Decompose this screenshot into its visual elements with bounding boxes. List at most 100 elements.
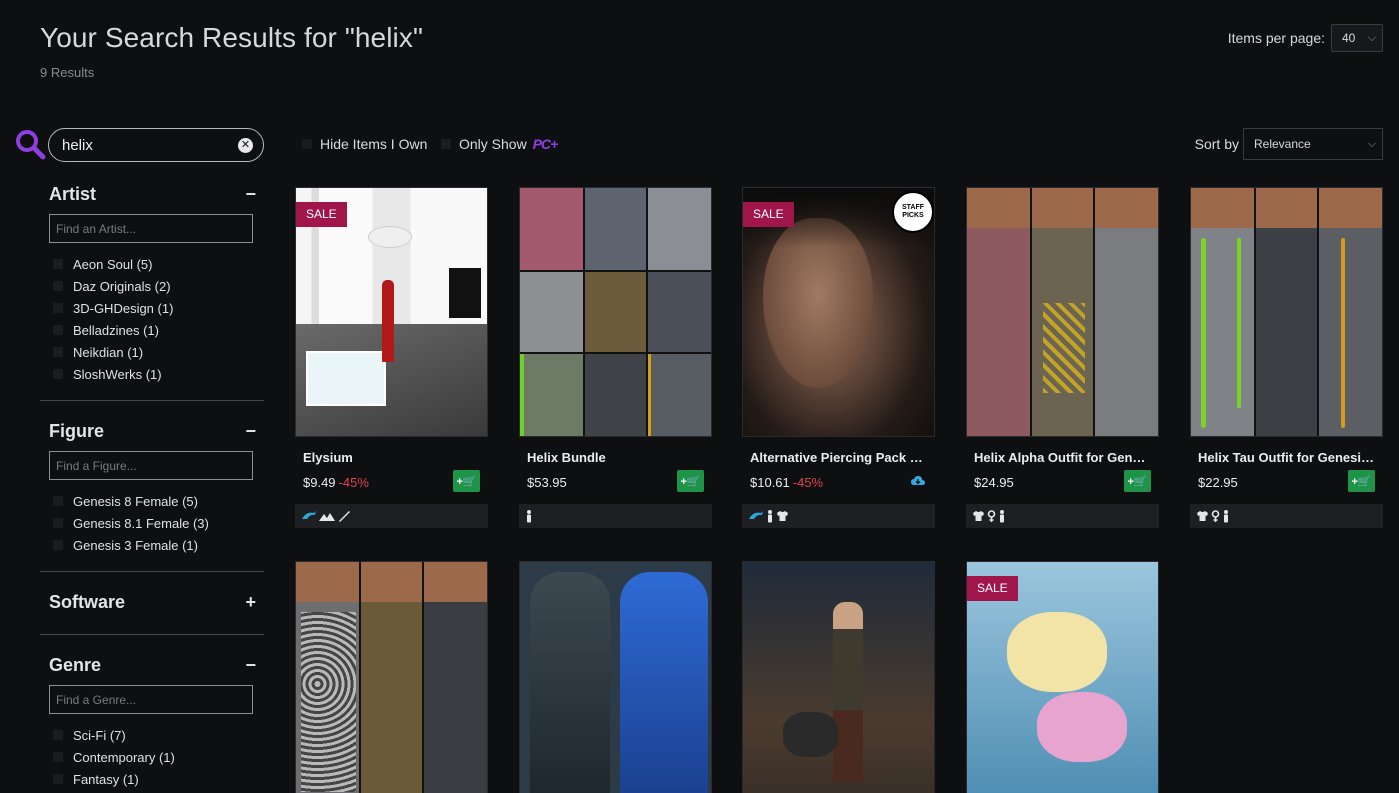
checkbox[interactable] — [53, 259, 63, 269]
facet-item[interactable]: Daz Originals (2) — [53, 275, 264, 297]
add-to-cart-button[interactable]: +🛒 — [677, 470, 704, 492]
product-card[interactable]: Helix Alpha Outfit for Genesis 8 Female … — [966, 187, 1159, 528]
facet-genre-header[interactable]: Genre − — [40, 653, 264, 677]
collapse-icon[interactable]: − — [245, 655, 256, 676]
genre-filter-input[interactable]: Find a Genre... — [49, 685, 253, 714]
collapse-icon[interactable]: − — [245, 184, 256, 205]
facet-item[interactable]: Genesis 8.1 Female (3) — [53, 512, 264, 534]
checkbox[interactable] — [53, 752, 63, 762]
stripe-shape — [1201, 238, 1206, 428]
checkbox[interactable] — [53, 325, 63, 335]
product-card[interactable] — [295, 561, 488, 793]
facet-item[interactable]: Genesis 3 Female (1) — [53, 534, 264, 556]
hair-shape — [1191, 188, 1382, 228]
hide-owned-filter[interactable]: Hide Items I Own — [302, 136, 427, 152]
product-thumbnail[interactable] — [295, 561, 488, 793]
product-thumbnail[interactable] — [1190, 187, 1383, 437]
product-card[interactable]: SALE Elysium $9.49 -45% +🛒 — [295, 187, 488, 528]
bath-shape — [306, 351, 386, 406]
add-to-cart-button[interactable]: +🛒 — [1124, 470, 1151, 492]
facet-artist: Artist − Find an Artist... Aeon Soul (5)… — [40, 182, 264, 385]
results-toolbar: Hide Items I Own Only Show PC+ Sort by R… — [300, 128, 1383, 160]
facet-software-header[interactable]: Software + — [40, 590, 264, 614]
product-name[interactable]: Helix Tau Outfit for Genesis 8 Female — [1190, 450, 1375, 465]
facet-title: Genre — [49, 654, 102, 675]
product-name[interactable]: Alternative Piercing Pack for Genesis 8 … — [742, 450, 927, 465]
checkbox[interactable] — [53, 281, 63, 291]
product-name[interactable]: Helix Alpha Outfit for Genesis 8 Female — [966, 450, 1151, 465]
facet-item-label: Genesis 8.1 Female (3) — [73, 515, 209, 531]
facet-item[interactable]: Contemporary (1) — [53, 746, 264, 768]
items-per-page-select[interactable]: 40 ⌵ — [1331, 24, 1383, 52]
product-thumbnail[interactable]: SALE — [295, 187, 488, 437]
facet-item[interactable]: Neikdian (1) — [53, 341, 264, 363]
product-card[interactable]: SALE — [966, 561, 1159, 793]
checkbox[interactable] — [53, 496, 63, 506]
product-thumbnail[interactable]: SALE STAFF PICKS — [742, 187, 935, 437]
figure-filter-input[interactable]: Find a Figure... — [49, 451, 253, 480]
checkbox[interactable] — [53, 774, 63, 784]
product-card[interactable]: SALE STAFF PICKS Alternative Piercing Pa… — [742, 187, 935, 528]
ceiling-light-shape — [368, 226, 412, 248]
facet-genre: Genre − Find a Genre... Sci-Fi (7) Conte… — [40, 653, 264, 790]
checkbox[interactable] — [441, 139, 451, 149]
product-card[interactable] — [519, 561, 712, 793]
expand-icon[interactable]: + — [245, 592, 256, 613]
facet-item[interactable]: Genesis 8 Female (5) — [53, 490, 264, 512]
sale-badge: SALE — [743, 202, 794, 227]
artist-list: Aeon Soul (5) Daz Originals (2) 3D-GHDes… — [40, 253, 264, 385]
product-thumbnail[interactable] — [519, 561, 712, 793]
figure-icon — [525, 509, 533, 523]
facet-item-label: Genesis 3 Female (1) — [73, 537, 198, 553]
swatch-shape — [647, 272, 711, 352]
product-thumbnail[interactable]: SALE — [966, 561, 1159, 793]
facet-item-label: Neikdian (1) — [73, 344, 144, 360]
collapse-icon[interactable]: − — [245, 421, 256, 442]
facet-item[interactable]: 3D-GHDesign (1) — [53, 297, 264, 319]
facet-item[interactable]: Sci-Fi (7) — [53, 724, 264, 746]
product-name[interactable]: Helix Bundle — [519, 450, 704, 465]
facet-item[interactable]: Fantasy (1) — [53, 768, 264, 790]
price: $10.61 — [750, 474, 790, 490]
facet-item-label: Genesis 8 Female (5) — [73, 493, 198, 509]
artist-filter-input[interactable]: Find an Artist... — [49, 214, 253, 243]
dolphin-icon — [748, 509, 764, 523]
facet-artist-header[interactable]: Artist − — [40, 182, 264, 206]
checkbox[interactable] — [302, 139, 312, 149]
swatch-shape — [520, 354, 584, 436]
figure-shape — [833, 602, 863, 782]
product-card[interactable] — [742, 561, 935, 793]
clear-icon[interactable]: ✕ — [238, 137, 253, 153]
facet-item[interactable]: Belladzines (1) — [53, 319, 264, 341]
add-to-cart-button[interactable]: +🛒 — [1348, 470, 1375, 492]
add-to-cart-button[interactable]: +🛒 — [453, 470, 480, 492]
cloud-download-icon[interactable] — [911, 475, 925, 487]
shirt-icon — [972, 509, 985, 523]
hide-owned-label: Hide Items I Own — [320, 136, 428, 152]
product-card[interactable]: Helix Tau Outfit for Genesis 8 Female $2… — [1190, 187, 1383, 528]
product-card[interactable]: Helix Bundle $53.95 +🛒 — [519, 187, 712, 528]
product-name[interactable]: Elysium — [295, 450, 480, 465]
checkbox[interactable] — [53, 369, 63, 379]
staff-picks-badge: STAFF PICKS — [892, 191, 934, 233]
hair-shape — [296, 562, 487, 602]
swatch-shape — [584, 354, 647, 436]
product-thumbnail[interactable] — [966, 187, 1159, 437]
dolphin-icon — [301, 509, 317, 523]
price-row: $53.95 +🛒 — [519, 469, 712, 495]
checkbox[interactable] — [53, 303, 63, 313]
product-thumbnail[interactable] — [742, 561, 935, 793]
search-icon[interactable] — [14, 128, 48, 162]
facet-figure-header[interactable]: Figure − — [40, 419, 264, 443]
checkbox[interactable] — [53, 347, 63, 357]
checkbox[interactable] — [53, 730, 63, 740]
checkbox[interactable] — [53, 518, 63, 528]
search-input[interactable]: helix ✕ — [48, 128, 264, 162]
sort-select[interactable]: Relevance ⌵ — [1243, 128, 1383, 160]
facet-item[interactable]: SloshWerks (1) — [53, 363, 264, 385]
only-show-filter[interactable]: Only Show PC+ — [441, 136, 558, 152]
facet-item[interactable]: Aeon Soul (5) — [53, 253, 264, 275]
figure-shape — [382, 280, 394, 362]
checkbox[interactable] — [53, 540, 63, 550]
product-thumbnail[interactable] — [519, 187, 712, 437]
